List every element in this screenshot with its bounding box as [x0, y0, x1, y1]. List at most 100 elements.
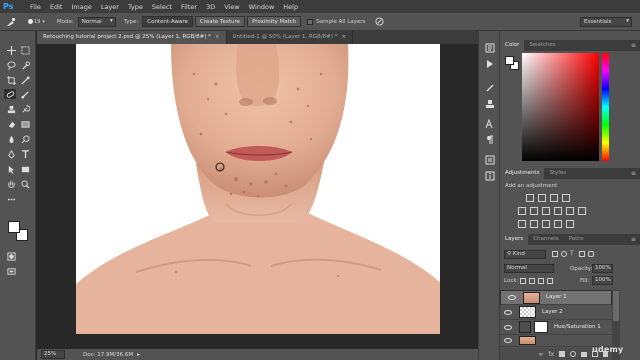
chevron-right-icon[interactable]: ▸ [137, 352, 140, 358]
create-texture-button[interactable]: Create Texture [194, 16, 246, 27]
menu-3d[interactable]: 3D [206, 3, 215, 11]
lock-transparency-icon[interactable] [520, 278, 526, 284]
photo-filter-icon[interactable] [566, 207, 574, 215]
color-field[interactable] [522, 53, 599, 161]
tab-styles[interactable]: Styles [544, 168, 571, 179]
quick-mask-icon[interactable] [5, 251, 17, 261]
tab-adjustments[interactable]: Adjustments [500, 168, 545, 179]
new-group-icon[interactable] [581, 351, 587, 357]
eye-icon[interactable] [508, 295, 516, 300]
layer-row-layer-1[interactable]: Layer 1 [500, 290, 612, 305]
history-brush-tool-icon[interactable] [19, 104, 31, 114]
rectangle-tool-icon[interactable] [19, 164, 31, 174]
properties-icon[interactable] [485, 155, 495, 165]
path-selection-tool-icon[interactable] [5, 164, 17, 174]
opacity-input[interactable]: 100% [592, 264, 613, 273]
menu-select[interactable]: Select [152, 3, 172, 11]
smart-object-filter-icon[interactable] [588, 251, 594, 257]
invert-icon[interactable] [518, 220, 526, 228]
type-filter-icon[interactable]: T [570, 251, 576, 257]
add-mask-icon[interactable] [559, 351, 565, 357]
menu-help[interactable]: Help [283, 3, 298, 11]
info-icon[interactable] [485, 171, 495, 181]
move-tool-icon[interactable] [5, 45, 17, 55]
scrollbar-thumb[interactable] [613, 291, 619, 321]
panel-menu-icon[interactable]: ≡ [631, 170, 636, 177]
black-white-icon[interactable] [554, 207, 562, 215]
lock-position-icon[interactable] [538, 278, 544, 284]
zoom-level[interactable]: 25% [41, 350, 65, 359]
lock-all-icon[interactable] [547, 278, 553, 284]
tab-retouching-project[interactable]: Retouching tutorial project 2.psd @ 25% … [37, 31, 227, 44]
lock-pixels-icon[interactable] [529, 278, 535, 284]
adjustment-filter-icon[interactable] [561, 251, 567, 257]
hand-tool-icon[interactable] [5, 179, 17, 189]
menu-file[interactable]: File [30, 3, 41, 11]
menu-window[interactable]: Window [249, 3, 275, 11]
pressure-size-icon[interactable] [375, 16, 385, 27]
mode-select[interactable]: Normal ▾ [77, 16, 116, 27]
vibrance-icon[interactable] [518, 207, 526, 215]
brush-panel-icon[interactable] [485, 83, 495, 93]
eye-icon[interactable] [504, 338, 512, 343]
content-aware-button[interactable]: Content-Aware [142, 16, 193, 27]
sample-all-layers-checkbox[interactable] [307, 18, 314, 25]
channel-mixer-icon[interactable] [578, 207, 586, 215]
lasso-tool-icon[interactable] [5, 60, 17, 70]
gradient-map-icon[interactable] [554, 220, 562, 228]
tab-untitled-1[interactable]: Untitled-1 @ 50% (Layer 1, RGB/8#) * × [227, 31, 354, 44]
eraser-tool-icon[interactable] [5, 119, 17, 129]
gradient-tool-icon[interactable] [19, 119, 31, 129]
more-tools-icon[interactable] [5, 194, 17, 204]
close-icon[interactable]: × [215, 34, 220, 40]
exposure-icon[interactable] [562, 194, 570, 202]
panel-menu-icon[interactable]: ≡ [631, 236, 636, 243]
paragraph-icon[interactable] [485, 135, 495, 145]
character-icon[interactable] [485, 118, 495, 129]
type-tool-icon[interactable] [19, 149, 31, 159]
posterize-icon[interactable] [530, 220, 538, 228]
document-canvas[interactable] [76, 44, 440, 334]
layer-row-layer-2[interactable]: Layer 2 [500, 305, 612, 320]
menu-view[interactable]: View [224, 3, 239, 11]
tab-channels[interactable]: Channels [528, 234, 563, 245]
menu-layer[interactable]: Layer [101, 3, 119, 11]
eyedropper-tool-icon[interactable] [19, 75, 31, 85]
fill-input[interactable]: 100% [592, 276, 613, 285]
menu-edit[interactable]: Edit [50, 3, 63, 11]
menu-type[interactable]: Type [128, 3, 143, 11]
clone-source-icon[interactable] [485, 99, 495, 109]
quick-selection-tool-icon[interactable] [19, 60, 31, 70]
screen-mode-icon[interactable] [5, 266, 17, 276]
new-adjustment-icon[interactable] [570, 351, 576, 357]
brush-preset-picker[interactable]: 19 ▾ [28, 19, 45, 25]
tab-color[interactable]: Color [500, 40, 525, 51]
color-balance-icon[interactable] [542, 207, 550, 215]
hue-saturation-icon[interactable] [530, 207, 538, 215]
menu-image[interactable]: Image [71, 3, 91, 11]
menu-filter[interactable]: Filter [181, 3, 197, 11]
history-icon[interactable] [485, 43, 495, 53]
close-icon[interactable]: × [341, 34, 346, 40]
workspace-select[interactable]: Essentials ▾ [580, 17, 632, 27]
blur-tool-icon[interactable] [5, 134, 17, 144]
clone-stamp-tool-icon[interactable] [5, 104, 17, 114]
link-layers-icon[interactable]: ∞ [538, 351, 543, 358]
tab-paths[interactable]: Paths [564, 234, 589, 245]
layer-filter-select[interactable]: ⚲ Kind [504, 250, 546, 259]
brightness-contrast-icon[interactable] [526, 194, 534, 202]
layer-style-icon[interactable]: fx [548, 351, 554, 358]
proximity-match-button[interactable]: Proximity Match [247, 16, 302, 27]
layer-row-hue-saturation-1[interactable]: Hue/Saturation 1 [500, 320, 612, 335]
pixel-filter-icon[interactable] [552, 251, 558, 257]
zoom-tool-icon[interactable] [19, 179, 31, 189]
shape-filter-icon[interactable] [579, 251, 585, 257]
crop-tool-icon[interactable] [5, 75, 17, 85]
marquee-tool-icon[interactable] [19, 45, 31, 55]
hue-slider[interactable] [602, 53, 609, 161]
actions-icon[interactable] [485, 59, 495, 69]
spot-healing-tool-icon[interactable] [4, 89, 16, 99]
brush-tool-icon[interactable] [19, 89, 31, 99]
dodge-tool-icon[interactable] [19, 134, 31, 144]
threshold-icon[interactable] [542, 220, 550, 228]
